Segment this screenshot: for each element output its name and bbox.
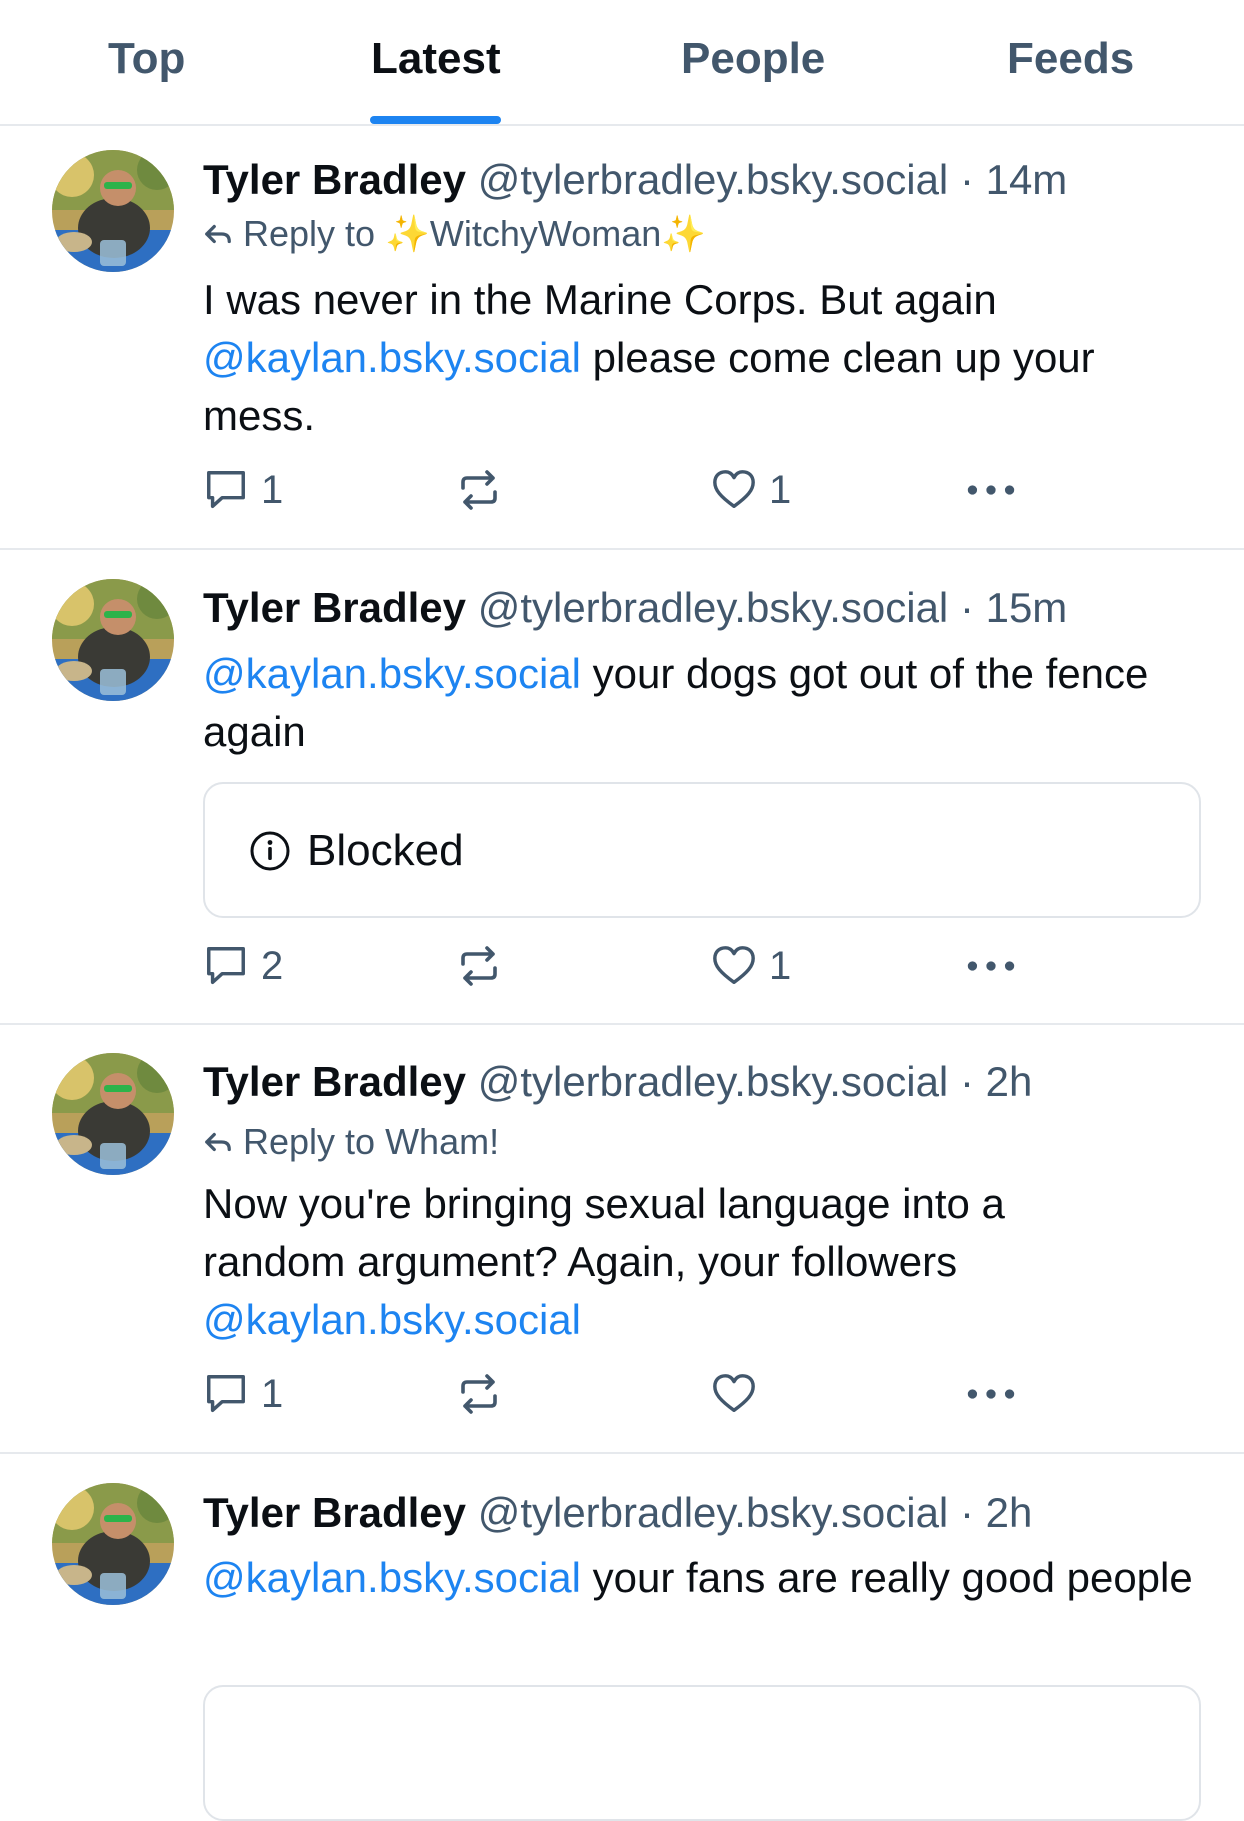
comment-icon	[203, 467, 249, 513]
heart-icon	[711, 1371, 757, 1417]
avatar[interactable]	[52, 1053, 174, 1175]
tab-top[interactable]: Top	[108, 34, 185, 84]
post-card[interactable]: Tyler Bradley @tylerbradley.bsky.social …	[0, 128, 1244, 550]
reply-to-label: Reply to Wham!	[243, 1121, 500, 1162]
blocked-label: Blocked	[307, 826, 464, 875]
reply-button[interactable]: 1	[203, 1366, 283, 1422]
blocked-embed: Blocked	[203, 782, 1201, 918]
mention-link[interactable]: @kaylan.bsky.social	[203, 650, 581, 697]
post-actions: 1 1	[203, 462, 1103, 518]
post-card[interactable]: Tyler Bradley @tylerbradley.bsky.social …	[0, 1026, 1244, 1454]
repost-button[interactable]	[455, 938, 503, 994]
post-time: · 15m	[959, 584, 1068, 631]
repost-icon	[455, 942, 503, 990]
post-text: @kaylan.bsky.social your fans are really…	[203, 1549, 1213, 1607]
reply-context[interactable]: Reply to Wham!	[203, 1120, 499, 1164]
embed-card-partial	[203, 1685, 1201, 1821]
heart-icon	[711, 467, 757, 513]
like-button[interactable]	[711, 1366, 757, 1422]
reply-count: 2	[261, 943, 284, 988]
mention-link[interactable]: @kaylan.bsky.social	[203, 1554, 581, 1601]
post-actions: 2 1	[203, 938, 1103, 994]
reply-button[interactable]: 2	[203, 938, 283, 994]
comment-icon	[203, 1371, 249, 1417]
reply-arrow-icon	[203, 1127, 233, 1157]
reply-context[interactable]: Reply to ✨WitchyWoman✨	[203, 212, 706, 256]
search-tabs: Top Latest People Feeds	[0, 0, 1244, 126]
post-text: I was never in the Marine Corps. But aga…	[203, 271, 1213, 445]
reply-count: 1	[261, 1371, 284, 1416]
like-count: 1	[769, 943, 792, 988]
comment-icon	[203, 943, 249, 989]
repost-icon	[455, 466, 503, 514]
like-button[interactable]: 1	[711, 938, 791, 994]
reply-arrow-icon	[203, 219, 233, 249]
more-options-button[interactable]	[965, 462, 1017, 518]
post-header: Tyler Bradley @tylerbradley.bsky.social …	[203, 1487, 1032, 1539]
reply-to-label: Reply to ✨WitchyWoman✨	[243, 213, 707, 254]
post-text: Now you're bringing sexual language into…	[203, 1175, 1103, 1349]
avatar[interactable]	[52, 150, 174, 272]
post-text-part: Now you're bringing sexual language into…	[203, 1180, 1005, 1285]
author-name[interactable]: Tyler Bradley	[203, 1489, 466, 1536]
repost-button[interactable]	[455, 462, 503, 518]
post-card[interactable]: Tyler Bradley @tylerbradley.bsky.social …	[0, 1455, 1244, 1821]
author-name[interactable]: Tyler Bradley	[203, 1058, 466, 1105]
mention-link[interactable]: @kaylan.bsky.social	[203, 1296, 581, 1343]
author-name[interactable]: Tyler Bradley	[203, 156, 466, 203]
author-handle[interactable]: @tylerbradley.bsky.social	[478, 156, 949, 203]
post-card[interactable]: Tyler Bradley @tylerbradley.bsky.social …	[0, 551, 1244, 1025]
more-options-button[interactable]	[965, 1366, 1017, 1422]
post-actions: 1	[203, 1366, 1103, 1422]
more-options-button[interactable]	[965, 938, 1017, 994]
like-count: 1	[769, 467, 792, 512]
mention-link[interactable]: @kaylan.bsky.social	[203, 334, 581, 381]
avatar[interactable]	[52, 1483, 174, 1605]
active-tab-indicator	[370, 116, 501, 124]
repost-button[interactable]	[455, 1366, 503, 1422]
repost-icon	[455, 1370, 503, 1418]
author-name[interactable]: Tyler Bradley	[203, 584, 466, 631]
post-header: Tyler Bradley @tylerbradley.bsky.social …	[203, 154, 1067, 206]
reply-button[interactable]: 1	[203, 462, 283, 518]
post-time: · 2h	[959, 1489, 1033, 1536]
tab-feeds[interactable]: Feeds	[1007, 34, 1134, 84]
tab-people[interactable]: People	[681, 34, 825, 84]
info-icon	[250, 831, 290, 871]
post-header: Tyler Bradley @tylerbradley.bsky.social …	[203, 582, 1067, 634]
author-handle[interactable]: @tylerbradley.bsky.social	[478, 584, 949, 631]
tab-latest[interactable]: Latest	[371, 34, 501, 84]
author-handle[interactable]: @tylerbradley.bsky.social	[478, 1489, 949, 1536]
reply-count: 1	[261, 467, 284, 512]
post-time: · 2h	[959, 1058, 1033, 1105]
post-header: Tyler Bradley @tylerbradley.bsky.social …	[203, 1056, 1032, 1108]
avatar[interactable]	[52, 579, 174, 701]
more-dots-icon	[965, 1386, 1017, 1402]
more-dots-icon	[965, 482, 1017, 498]
post-text: @kaylan.bsky.social your dogs got out of…	[203, 645, 1213, 761]
like-button[interactable]: 1	[711, 462, 791, 518]
author-handle[interactable]: @tylerbradley.bsky.social	[478, 1058, 949, 1105]
post-text-part: I was never in the Marine Corps. But aga…	[203, 276, 997, 323]
heart-icon	[711, 943, 757, 989]
post-text-part: your fans are really good people	[592, 1554, 1193, 1601]
more-dots-icon	[965, 958, 1017, 974]
post-time: · 14m	[959, 156, 1068, 203]
